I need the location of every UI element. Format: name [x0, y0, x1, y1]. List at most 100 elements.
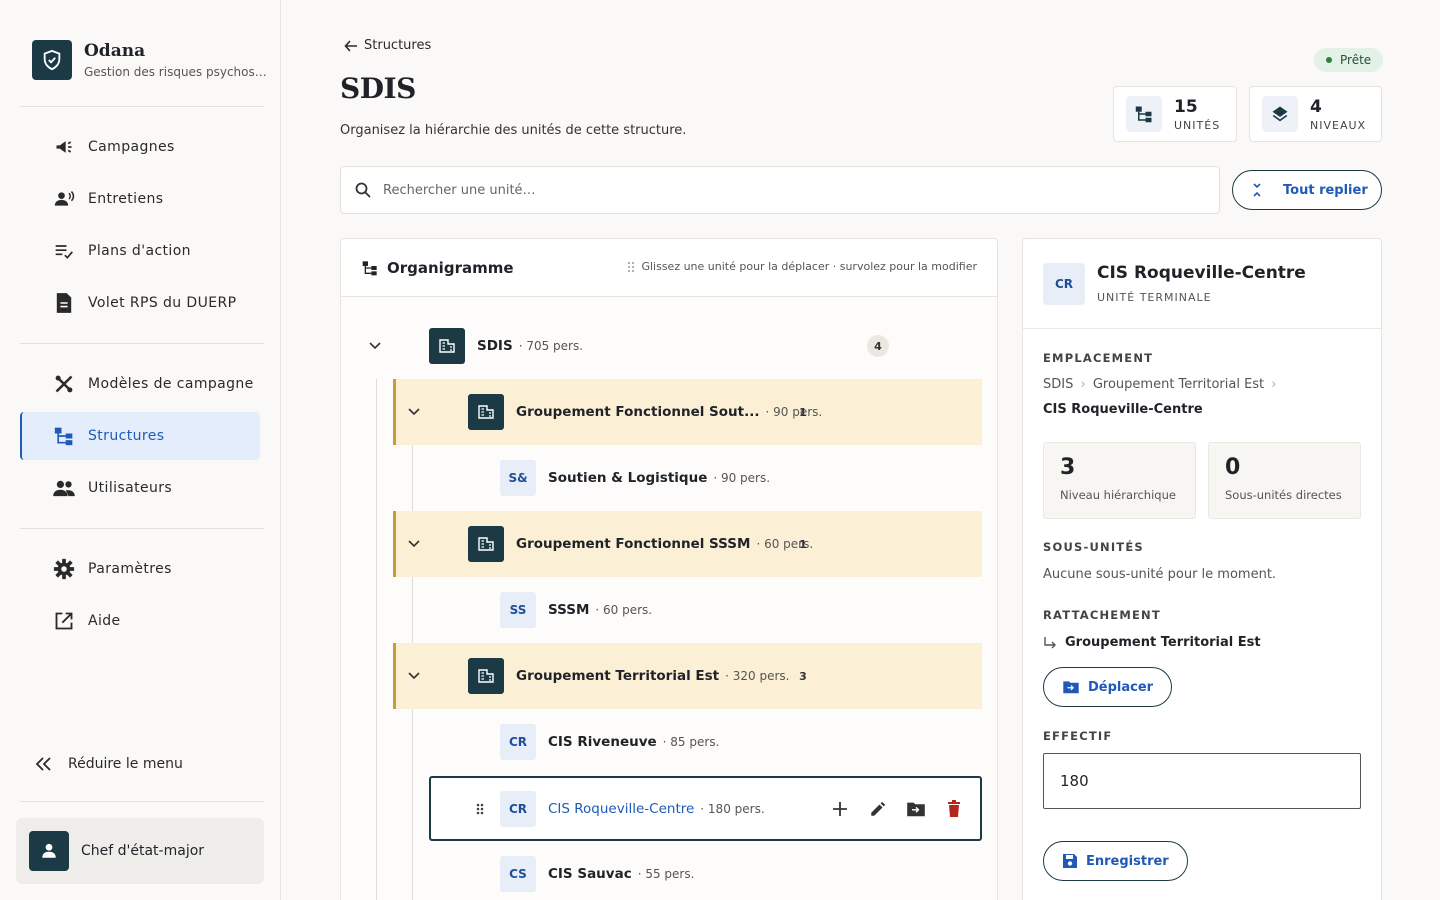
unit-abbr: CR — [1043, 262, 1085, 305]
org-chart-hint: Glissez une unité pour la déplacer · sur… — [627, 260, 977, 273]
chevron-down-icon[interactable] — [402, 664, 426, 688]
section-label: EFFECTIF — [1043, 729, 1113, 743]
move-button-label: Déplacer — [1088, 679, 1154, 695]
unit-abbr: CS — [500, 856, 536, 892]
subunits-card: 0 Sous-unités directes — [1208, 442, 1361, 519]
section-label: EMPLACEMENT — [1043, 351, 1154, 365]
divider — [20, 528, 264, 529]
sidebar-item-plans-action[interactable]: Plans d'action — [20, 227, 260, 275]
breadcrumb-item[interactable]: SDIS — [1043, 377, 1073, 392]
sidebar-item-campagnes[interactable]: Campagnes — [20, 123, 260, 171]
edit-icon[interactable] — [866, 797, 890, 821]
tree-row[interactable]: CS CIS Sauvac · 55 pers. — [429, 841, 982, 900]
collapse-menu-button[interactable]: Réduire le menu — [34, 756, 183, 772]
node-count: · 320 pers. — [725, 669, 790, 683]
breadcrumb: SDIS › Groupement Territorial Est › — [1043, 377, 1280, 392]
delete-icon[interactable] — [942, 797, 966, 821]
tree-row[interactable]: Groupement Fonctionnel SSSM · 60 pers. 1 — [393, 511, 982, 577]
node-name: Groupement Fonctionnel SSSM — [516, 536, 751, 552]
double-chevron-left-icon — [34, 756, 54, 772]
back-link[interactable]: Structures — [344, 38, 431, 53]
node-count: · 180 pers. — [700, 801, 765, 816]
status-badge: Prête — [1314, 48, 1384, 72]
sidebar-item-volet-rps[interactable]: Volet RPS du DUERP — [20, 279, 260, 327]
node-badge: 1 — [799, 405, 807, 419]
sidebar-item-structures[interactable]: Structures — [20, 412, 260, 460]
stat-label: NIVEAUX — [1310, 118, 1367, 132]
tree-row-selected[interactable]: CR CIS Roqueville-Centre · 180 pers. — [429, 776, 982, 841]
brand[interactable]: Odana Gestion des risques psychos… — [32, 40, 267, 80]
sidebar-item-label: Structures — [88, 428, 165, 444]
row-actions — [814, 797, 966, 821]
sidebar-item-modeles[interactable]: Modèles de campagne — [20, 360, 260, 408]
divider — [20, 106, 264, 107]
move-button[interactable]: Déplacer — [1043, 667, 1173, 707]
tree-row[interactable]: CR CIS Riveneuve · 85 pers. — [429, 709, 982, 775]
move-folder-icon[interactable] — [904, 797, 928, 821]
sidebar-item-label: Utilisateurs — [88, 480, 173, 496]
document-icon — [52, 291, 76, 315]
breadcrumb-item[interactable]: Groupement Territorial Est — [1093, 377, 1264, 392]
sidebar-item-label: Volet RPS du DUERP — [88, 295, 237, 311]
tree-row[interactable]: SDIS · 705 pers. 4 — [341, 313, 997, 379]
stat-card-units: 15 UNITÉS — [1113, 86, 1237, 142]
tree-row[interactable]: Groupement Fonctionnel Sout... · 90 pers… — [393, 379, 982, 445]
sidebar-item-label: Aide — [88, 613, 121, 629]
org-chart-title: Organigramme — [387, 258, 514, 277]
stat-card-levels: 4 NIVEAUX — [1249, 86, 1382, 142]
collapse-icon — [1253, 183, 1261, 197]
sidebar-item-label: Plans d'action — [88, 243, 191, 259]
chevron-down-icon[interactable] — [363, 334, 387, 358]
breadcrumb-current: CIS Roqueville-Centre — [1043, 402, 1203, 417]
tree-row[interactable]: S& Soutien & Logistique · 90 pers. — [429, 445, 982, 511]
user-menu[interactable]: Chef d'état-major — [16, 818, 264, 884]
chevron-down-icon[interactable] — [402, 532, 426, 556]
sidebar-item-aide[interactable]: Aide — [20, 597, 260, 645]
node-count: · 60 pers. — [595, 603, 653, 617]
collapse-all-button[interactable]: Tout replier — [1232, 170, 1382, 210]
sidebar-item-label: Paramètres — [88, 561, 172, 577]
sidebar-item-label: Entretiens — [88, 191, 164, 207]
tree-row[interactable]: Groupement Territorial Est · 320 pers. 3 — [393, 643, 982, 709]
status-label: Prête — [1340, 53, 1372, 67]
shield-check-icon — [32, 40, 72, 80]
add-icon[interactable] — [828, 797, 852, 821]
save-button[interactable]: Enregistrer — [1043, 841, 1188, 881]
effectif-field[interactable] — [1043, 753, 1361, 809]
subdirectory-arrow-icon — [1044, 636, 1056, 648]
unit-abbr: CR — [500, 790, 536, 827]
drag-handle-icon[interactable] — [475, 802, 485, 816]
node-name: Soutien & Logistique — [548, 470, 708, 486]
node-badge: 3 — [799, 669, 807, 683]
users-icon — [52, 476, 76, 500]
subunits-value: 0 — [1225, 455, 1241, 480]
drag-handle-icon — [628, 261, 635, 272]
sidebar-item-utilisateurs[interactable]: Utilisateurs — [20, 464, 260, 512]
tree-row[interactable]: SS SSSM · 60 pers. — [429, 577, 982, 643]
chevron-down-icon[interactable] — [402, 400, 426, 424]
tree-connector — [412, 445, 413, 511]
back-link-label: Structures — [364, 38, 432, 53]
brand-subtitle: Gestion des risques psychos… — [84, 65, 267, 79]
checklist-icon — [52, 239, 76, 263]
level-value: 3 — [1060, 455, 1076, 480]
breadcrumb-separator: › — [1080, 377, 1086, 392]
tree-connector — [412, 577, 413, 643]
node-count: · 705 pers. — [518, 339, 584, 353]
node-name: Groupement Fonctionnel Sout... — [516, 404, 760, 420]
unit-abbr: SS — [500, 592, 536, 628]
page-title: SDIS — [340, 72, 416, 105]
sidebar-item-parametres[interactable]: Paramètres — [20, 545, 260, 593]
unit-detail-panel: CR CIS Roqueville-Centre UNITÉ TERMINALE… — [1022, 238, 1382, 900]
node-badge: 1 — [799, 537, 807, 551]
node-badge: 4 — [867, 335, 889, 357]
section-label: RATTACHEMENT — [1043, 608, 1161, 622]
page-description: Organisez la hiérarchie des unités de ce… — [340, 123, 687, 138]
sidebar-item-entretiens[interactable]: Entretiens — [20, 175, 260, 223]
status-dot-icon — [1326, 57, 1332, 63]
attachment: Groupement Territorial Est — [1043, 635, 1261, 650]
search-input[interactable] — [383, 182, 1183, 198]
unit-abbr: S& — [500, 460, 536, 496]
org-chart-hint-text: Glissez une unité pour la déplacer · sur… — [641, 260, 977, 273]
level-label: Niveau hiérarchique — [1060, 488, 1176, 502]
